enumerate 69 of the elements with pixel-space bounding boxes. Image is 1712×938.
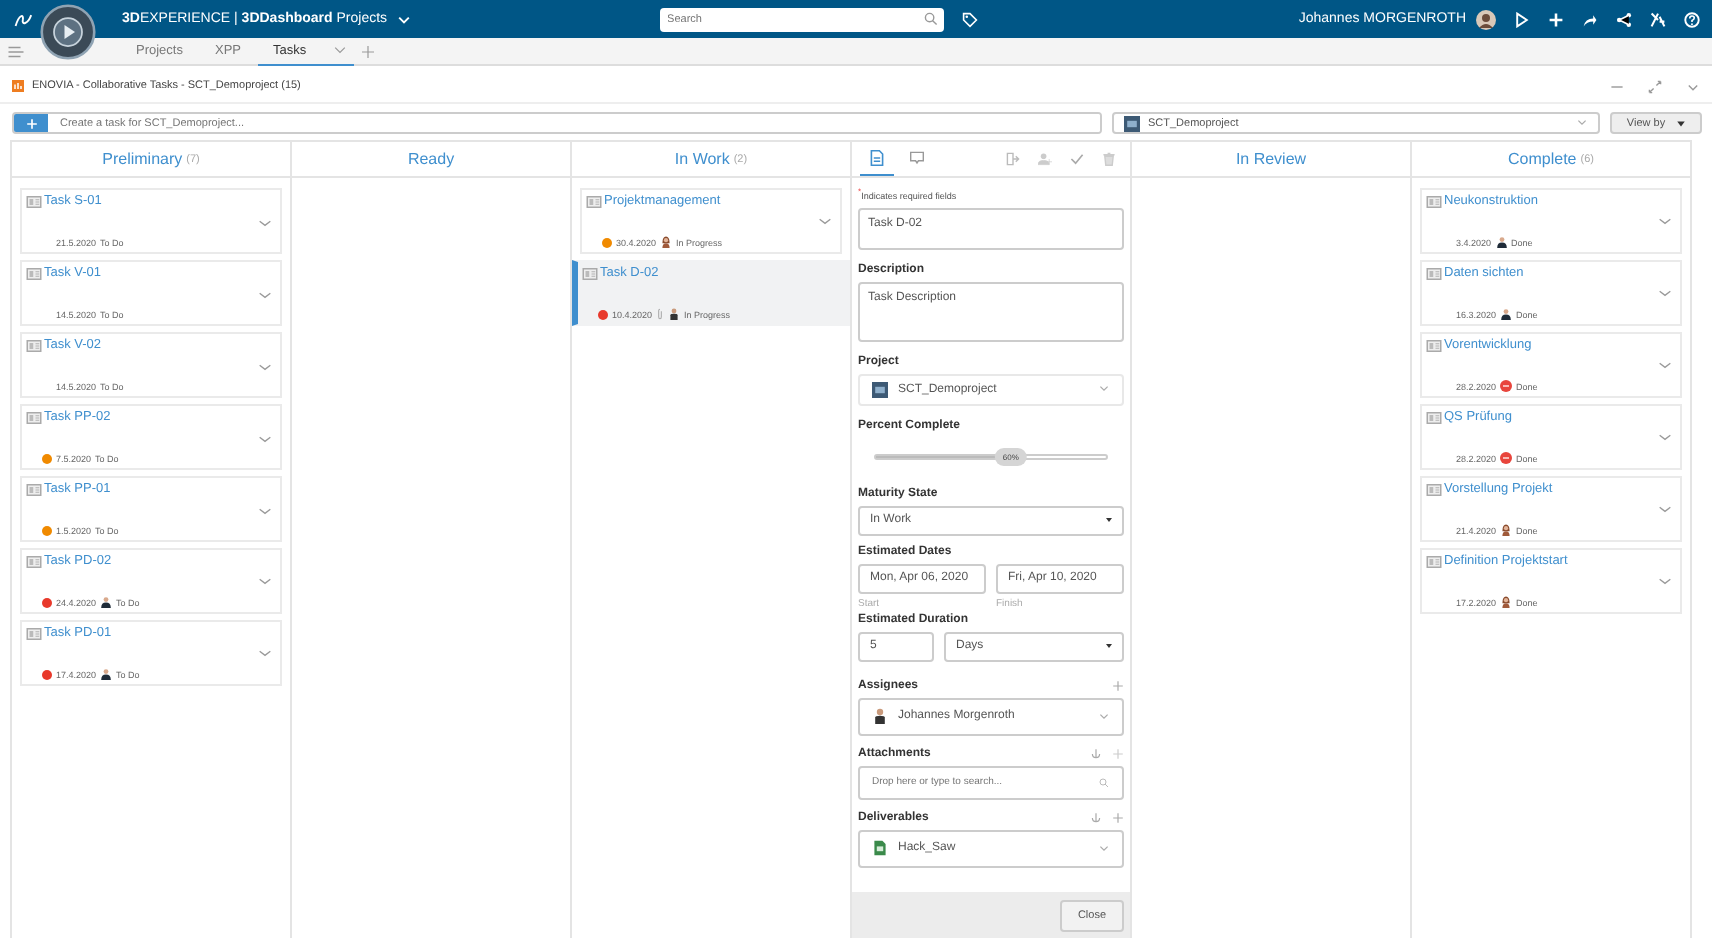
task-icon (1426, 267, 1442, 279)
column-title: Complete (1508, 150, 1577, 168)
task-icon (26, 411, 42, 423)
task-icon (1426, 339, 1442, 351)
chevron-down-icon[interactable] (258, 291, 272, 299)
logo-icon[interactable] (12, 9, 36, 29)
checkmark-icon[interactable] (1070, 152, 1084, 166)
task-icon (26, 555, 42, 567)
task-icon (1426, 411, 1442, 423)
help-icon[interactable] (1684, 11, 1700, 27)
task-icon (26, 267, 42, 279)
task-icon (1426, 195, 1442, 207)
project-thumbnail-icon (1124, 115, 1140, 131)
avatar-icon[interactable] (1476, 9, 1496, 29)
column-title: In Work (674, 150, 730, 168)
chevron-down-icon[interactable] (258, 650, 272, 658)
anchor-icon[interactable] (1090, 811, 1102, 823)
chevron-down-icon[interactable] (258, 219, 272, 227)
caret-icon (1106, 644, 1112, 648)
project-thumbnail-icon (872, 381, 888, 397)
column-title: Preliminary (102, 150, 183, 168)
chevron-down-icon (1098, 711, 1110, 721)
task-icon (1426, 555, 1442, 567)
network-icon[interactable] (1616, 11, 1632, 27)
share-icon[interactable] (1582, 11, 1598, 27)
app-icon (12, 80, 24, 92)
chevron-down-icon[interactable] (818, 218, 832, 226)
search-icon (1098, 777, 1110, 787)
chevron-down-icon[interactable] (1658, 578, 1672, 586)
trash-icon[interactable] (1102, 152, 1116, 166)
chevron-down-icon[interactable] (1658, 218, 1672, 226)
comment-icon (910, 150, 924, 166)
add-tab-icon[interactable] (361, 45, 373, 57)
chevron-down-icon[interactable] (258, 435, 272, 443)
export-icon[interactable] (1006, 152, 1020, 166)
chevron-down-icon[interactable] (1658, 362, 1672, 370)
search-icon[interactable] (923, 12, 938, 26)
task-icon (26, 483, 42, 495)
panel-tab[interactable] (860, 144, 894, 176)
menu-icon[interactable] (8, 45, 24, 57)
person-icon (872, 708, 888, 724)
caret-icon (1675, 119, 1686, 127)
chevron-down-icon[interactable] (1658, 290, 1672, 298)
chevron-down-icon[interactable] (1686, 79, 1700, 93)
document-icon (872, 840, 888, 856)
task-icon (1426, 483, 1442, 495)
chevron-down-icon[interactable] (1658, 434, 1672, 442)
tag-icon[interactable] (961, 11, 978, 27)
add-button[interactable] (14, 114, 48, 132)
task-icon (582, 267, 598, 279)
plus-icon (25, 117, 37, 129)
assign-person-icon[interactable] (1038, 152, 1052, 166)
document-icon (870, 150, 884, 166)
column-title: In Review (1235, 150, 1307, 168)
column-title: Ready (407, 150, 455, 168)
chevron-down-icon[interactable] (258, 507, 272, 515)
task-icon (26, 627, 42, 639)
chevron-down-icon (1098, 843, 1110, 853)
anchor-icon[interactable] (1090, 747, 1102, 759)
chevron-down-icon (1576, 118, 1588, 128)
maximize-icon[interactable] (1648, 79, 1662, 93)
chevron-down-icon[interactable] (258, 578, 272, 586)
caret-icon (1106, 518, 1112, 522)
task-icon (26, 195, 42, 207)
chevron-down-icon[interactable] (258, 363, 272, 371)
chevron-down-icon (1098, 384, 1110, 394)
task-icon (586, 195, 602, 207)
chevron-down-icon[interactable] (1658, 506, 1672, 514)
task-icon (26, 339, 42, 351)
